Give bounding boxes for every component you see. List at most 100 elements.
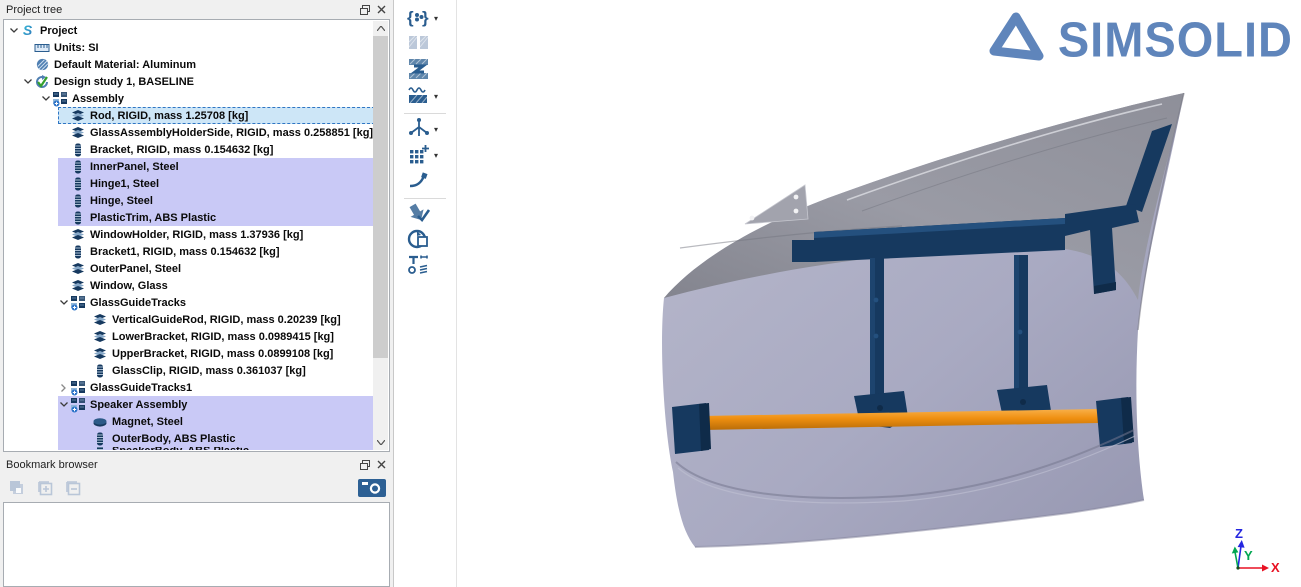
axis-x-label: X — [1271, 560, 1280, 575]
tree-item[interactable]: InnerPanel, Steel — [5, 158, 373, 175]
tree-item[interactable]: Bracket, RIGID, mass 0.154632 [kg] — [5, 141, 373, 158]
tree-item-label: Speaker Assembly — [90, 399, 191, 411]
toolbar-separator — [404, 198, 446, 199]
apply-connections-button[interactable] — [394, 202, 431, 228]
review-connections-button[interactable] — [394, 58, 431, 84]
bolt-nut-tightening-button[interactable] — [394, 254, 431, 280]
stack-icon — [92, 329, 108, 345]
scroll-up-icon[interactable] — [373, 21, 388, 36]
scroll-down-icon[interactable] — [373, 435, 388, 450]
dropdown-caret-icon[interactable]: ▾ — [434, 15, 438, 23]
door-assembly-model: Z Y X — [457, 0, 1301, 587]
tree-item-label: Default Material: Aluminum — [54, 59, 200, 71]
plates-icon — [407, 32, 431, 59]
svg-text:S: S — [22, 23, 32, 38]
assembly-icon — [70, 397, 86, 413]
chevron-right-icon[interactable] — [57, 384, 70, 392]
chevron-down-icon[interactable] — [21, 79, 34, 84]
plates-z-icon — [407, 58, 431, 85]
tree-item[interactable]: PlasticTrim, ABS Plastic — [5, 209, 373, 226]
tree-item-label: Bracket, RIGID, mass 0.154632 [kg] — [90, 144, 277, 156]
tree-item[interactable]: GlassGuideTracks1 — [5, 379, 373, 396]
tree-item-label: Window, Glass — [90, 280, 172, 292]
close-panel-icon[interactable] — [373, 3, 389, 17]
chevron-down-icon[interactable] — [39, 96, 52, 101]
stack-icon — [70, 278, 86, 294]
scrollbar-thumb[interactable] — [373, 36, 388, 358]
tree-scrollbar[interactable] — [373, 21, 388, 450]
chevron-down-icon[interactable] — [57, 402, 70, 407]
project-tree-panel: Project tree S Project Units: SI Default Ma… — [0, 0, 393, 455]
plate-hole — [794, 195, 799, 200]
tree-item[interactable]: OuterPanel, Steel — [5, 260, 373, 277]
bookmark-list[interactable] — [3, 502, 390, 587]
chevron-down-icon[interactable] — [57, 300, 70, 305]
viewport-3d[interactable]: SIMSOLID — [456, 0, 1301, 587]
tree-item-label: Hinge, Steel — [90, 195, 157, 207]
tree-item[interactable]: SpeakerBody, ABS Plastic — [5, 447, 373, 450]
stack-icon — [70, 108, 86, 124]
tree-item-label: PlasticTrim, ABS Plastic — [90, 212, 220, 224]
tree-item[interactable]: Magnet, Steel — [5, 413, 373, 430]
tree-item-label: Design study 1, BASELINE — [54, 76, 198, 88]
tree-item[interactable]: Rod, RIGID, mass 1.25708 [kg] — [5, 107, 373, 124]
edit-connection-button[interactable] — [394, 169, 431, 195]
tree-item-label: Project — [40, 25, 81, 37]
tree-item[interactable]: Speaker Assembly — [5, 396, 373, 413]
stacked-bookmarks-button — [6, 477, 28, 499]
tree-item[interactable]: Units: SI — [5, 39, 373, 56]
dropdown-caret-icon[interactable]: ▾ — [434, 152, 438, 160]
tree-item[interactable]: WindowHolder, RIGID, mass 1.37936 [kg] — [5, 226, 373, 243]
tree-item[interactable]: OuterBody, ABS Plastic — [5, 430, 373, 447]
tree-item[interactable]: GlassAssemblyHolderSide, RIGID, mass 0.2… — [5, 124, 373, 141]
group-connections-button[interactable]: {}▾ — [394, 6, 438, 32]
curve-hook-icon — [407, 169, 431, 196]
chevron-down-icon[interactable] — [7, 28, 20, 33]
tree-item[interactable]: Bracket1, RIGID, mass 0.154632 [kg] — [5, 243, 373, 260]
tree-item[interactable]: Assembly — [5, 90, 373, 107]
tree-item[interactable]: Hinge, Steel — [5, 192, 373, 209]
tree-item[interactable]: S Project — [5, 22, 373, 39]
dropdown-caret-icon[interactable]: ▾ — [434, 93, 438, 101]
project-tree-title: Project tree — [6, 4, 357, 16]
tree-item-label: Rod, RIGID, mass 1.25708 [kg] — [90, 110, 252, 122]
tree-item[interactable]: Hinge1, Steel — [5, 175, 373, 192]
cylinder-icon — [70, 210, 86, 226]
rotate-region-button[interactable] — [394, 228, 431, 254]
hinge-plate — [745, 185, 808, 224]
tree-item[interactable]: Design study 1, BASELINE — [5, 73, 373, 90]
material-sphere-icon — [34, 57, 50, 73]
add-connections-button[interactable]: ▾ — [394, 143, 438, 169]
tree-item[interactable]: Window, Glass — [5, 277, 373, 294]
ruler-icon — [34, 40, 50, 56]
tree-item-label: GlassGuideTracks — [90, 297, 190, 309]
float-panel-icon[interactable] — [357, 458, 373, 472]
circle-square-icon — [407, 228, 431, 255]
seam-weld-button[interactable]: ▾ — [394, 84, 438, 110]
cylinder-icon — [70, 142, 86, 158]
remove-bookmark-button — [62, 477, 84, 499]
virtual-connector-button[interactable]: ▾ — [394, 117, 438, 143]
tree-item[interactable]: VerticalGuideRod, RIGID, mass 0.20239 [k… — [5, 311, 373, 328]
cylinder-icon — [70, 159, 86, 175]
close-panel-icon[interactable] — [373, 458, 389, 472]
stack-icon — [70, 261, 86, 277]
capture-view-button[interactable] — [357, 477, 387, 499]
tree-item[interactable]: GlassClip, RIGID, mass 0.361037 [kg] — [5, 362, 373, 379]
connections-toolbar: {}▾▾▾▾ — [394, 0, 456, 587]
bookmark-title: Bookmark browser — [6, 459, 357, 471]
tree-item-label: Assembly — [72, 93, 128, 105]
dropdown-caret-icon[interactable]: ▾ — [434, 126, 438, 134]
tree-item-label: VerticalGuideRod, RIGID, mass 0.20239 [k… — [112, 314, 345, 326]
tree-item-label: GlassClip, RIGID, mass 0.361037 [kg] — [112, 365, 310, 377]
stack-icon — [70, 125, 86, 141]
stack-icon — [70, 227, 86, 243]
tree-item[interactable]: GlassGuideTracks — [5, 294, 373, 311]
tripod-icon — [407, 117, 431, 144]
tree-item[interactable]: Default Material: Aluminum — [5, 56, 373, 73]
tree-item[interactable]: UpperBracket, RIGID, mass 0.0899108 [kg] — [5, 345, 373, 362]
tree-item-label: UpperBracket, RIGID, mass 0.0899108 [kg] — [112, 348, 337, 360]
float-panel-icon[interactable] — [357, 3, 373, 17]
project-tree-titlebar: Project tree — [0, 0, 393, 19]
tree-item[interactable]: LowerBracket, RIGID, mass 0.0989415 [kg] — [5, 328, 373, 345]
